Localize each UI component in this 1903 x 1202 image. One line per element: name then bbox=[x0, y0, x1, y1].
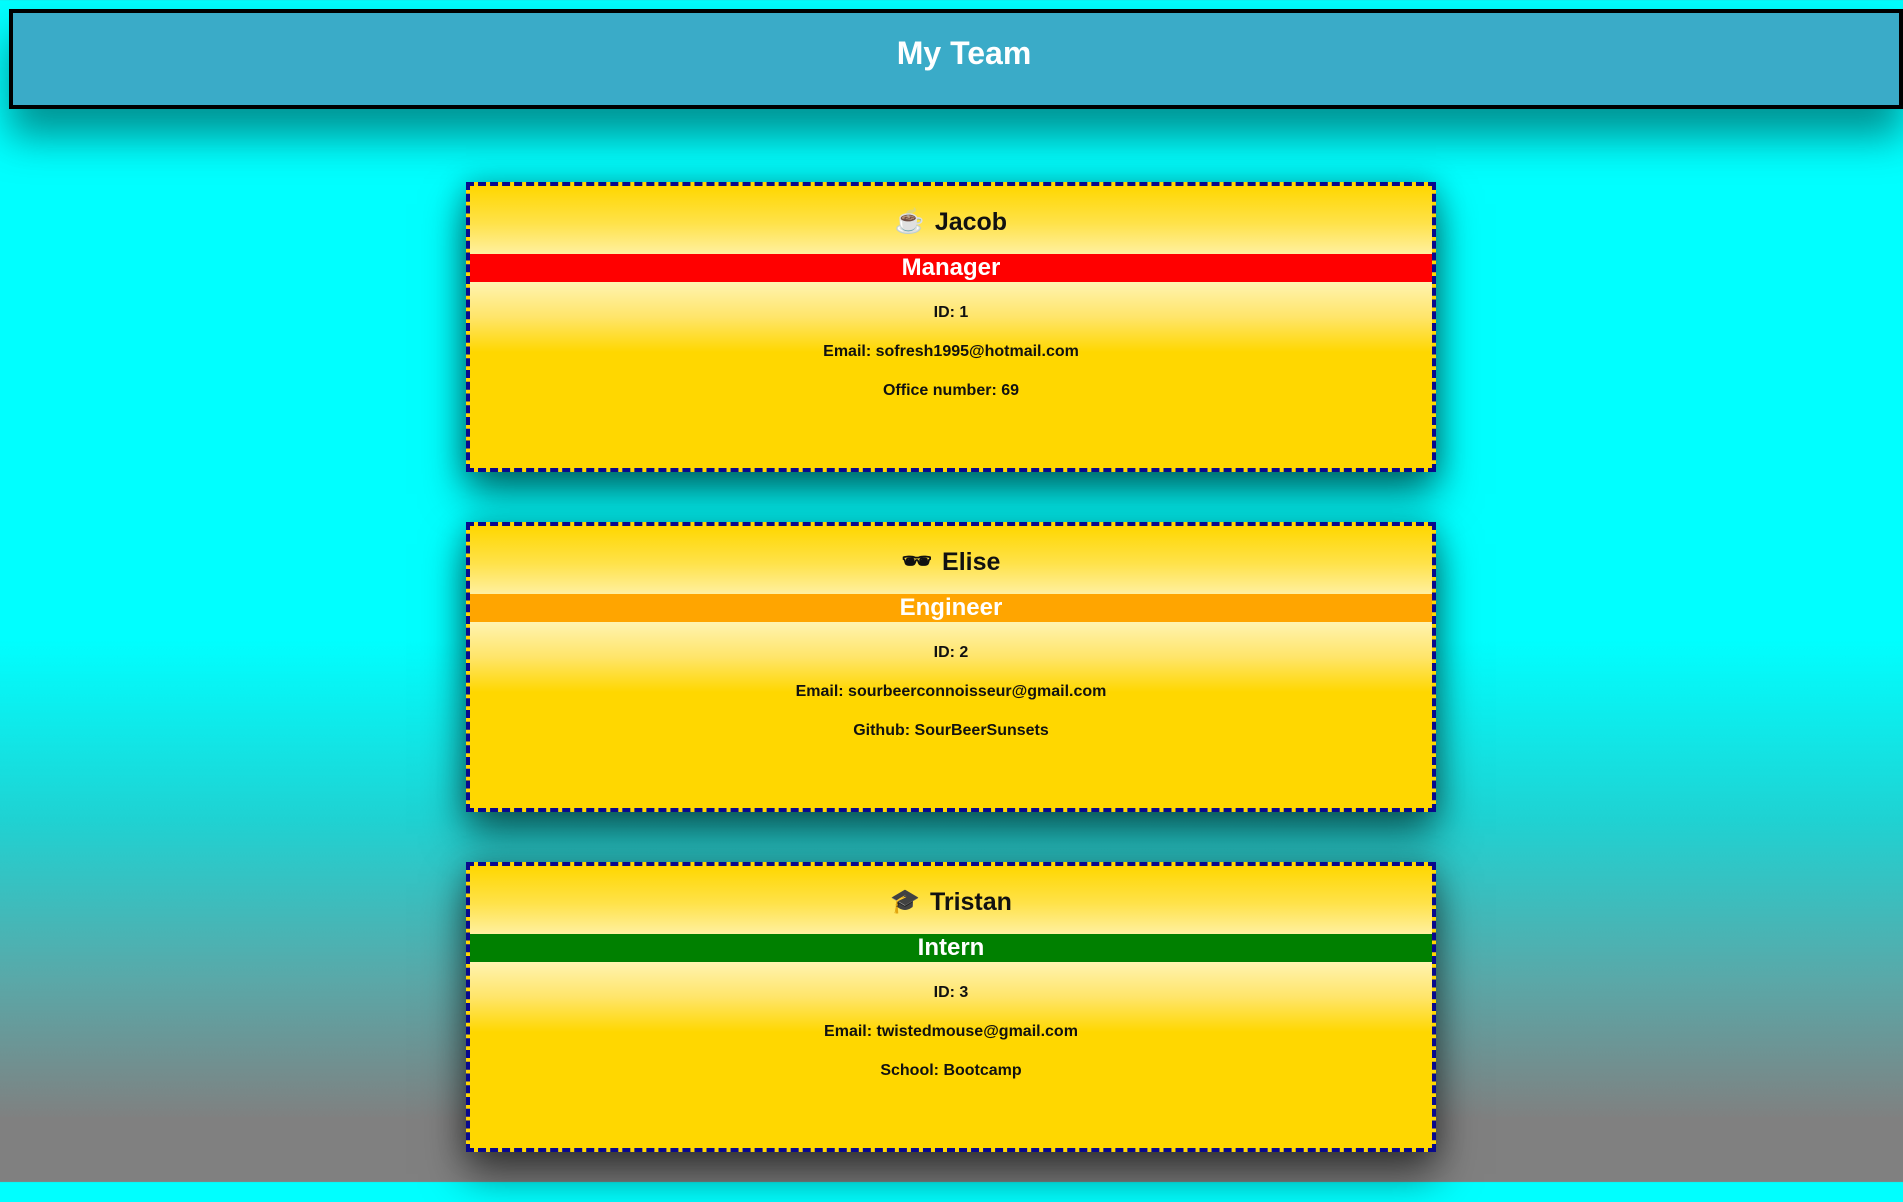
card-header: ☕ Jacob bbox=[470, 186, 1432, 254]
card-details: ID: 1 Email: sofresh1995@hotmail.com Off… bbox=[470, 282, 1432, 468]
employee-school: School: Bootcamp bbox=[880, 1062, 1022, 1079]
employee-name-row: 🕶 Elise bbox=[902, 548, 1001, 577]
card-header: 🕶 Elise bbox=[470, 526, 1432, 594]
employee-id: ID: 2 bbox=[933, 644, 969, 661]
coffee-icon: ☕ bbox=[894, 208, 925, 235]
employee-email: Email: sofresh1995@hotmail.com bbox=[823, 343, 1079, 360]
employee-email: Email: twistedmouse@gmail.com bbox=[824, 1023, 1078, 1040]
employee-name-row: 🎓 Tristan bbox=[890, 888, 1012, 917]
graduation-cap-icon: 🎓 bbox=[890, 888, 920, 915]
employee-email: Email: sourbeerconnoisseur@gmail.com bbox=[795, 683, 1107, 700]
sunglasses-icon: 🕶 bbox=[901, 548, 933, 575]
role-banner: Manager bbox=[470, 254, 1432, 282]
role-banner: Engineer bbox=[470, 594, 1432, 622]
role-banner: Intern bbox=[470, 934, 1432, 962]
page-header: My Team bbox=[9, 9, 1903, 109]
employee-id: ID: 1 bbox=[933, 304, 969, 321]
employee-id: ID: 3 bbox=[933, 984, 969, 1001]
employee-office-number: Office number: 69 bbox=[882, 382, 1020, 399]
page-title: My Team bbox=[896, 34, 1032, 71]
employee-github: Github: SourBeerSunsets bbox=[853, 722, 1049, 739]
team-cards: ☕ Jacob Manager ID: 1 Email: sofresh1995… bbox=[466, 182, 1436, 1202]
employee-card-engineer: 🕶 Elise Engineer ID: 2 Email: sourbeerco… bbox=[466, 522, 1436, 812]
employee-card-intern: 🎓 Tristan Intern ID: 3 Email: twistedmou… bbox=[466, 862, 1436, 1152]
employee-name: Jacob bbox=[934, 207, 1008, 236]
card-details: ID: 3 Email: twistedmouse@gmail.com Scho… bbox=[470, 962, 1432, 1148]
card-header: 🎓 Tristan bbox=[470, 866, 1432, 934]
employee-name-row: ☕ Jacob bbox=[895, 208, 1007, 237]
employee-name: Elise bbox=[942, 547, 1001, 576]
card-details: ID: 2 Email: sourbeerconnoisseur@gmail.c… bbox=[470, 622, 1432, 808]
employee-name: Tristan bbox=[929, 887, 1012, 916]
employee-card-manager: ☕ Jacob Manager ID: 1 Email: sofresh1995… bbox=[466, 182, 1436, 472]
